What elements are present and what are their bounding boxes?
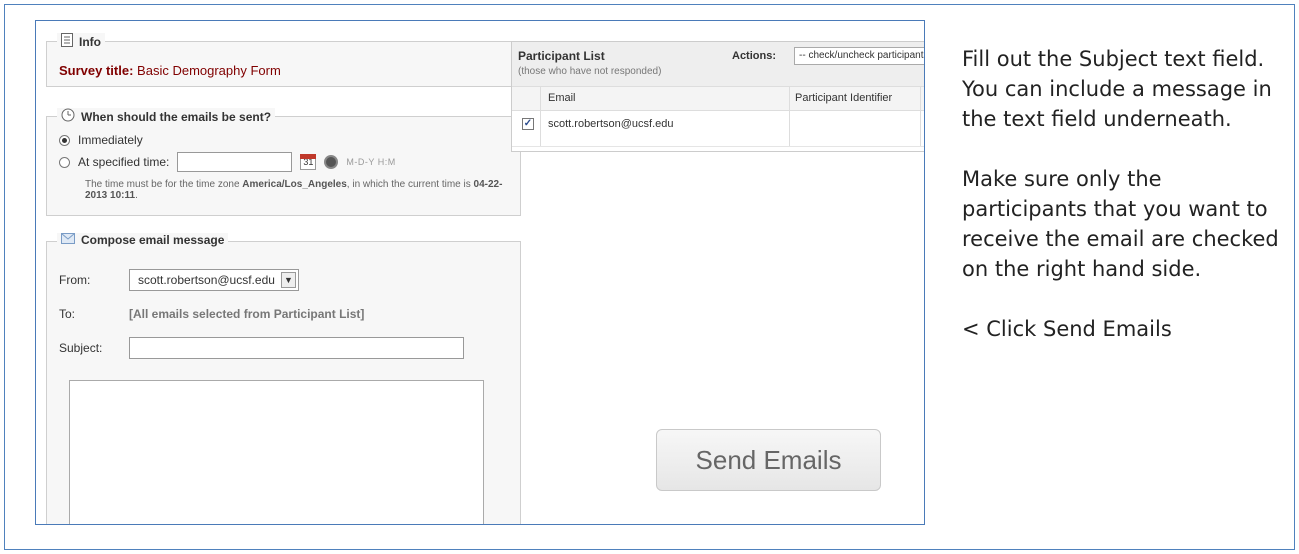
participant-list-title: Participant List [518,49,605,63]
instruction-send: < Click Send Emails [962,317,1172,341]
schedule-panel: When should the emails be sent? Immediat… [46,108,521,216]
to-label: To: [59,307,76,321]
immediately-radio[interactable] [59,134,70,146]
column-email[interactable]: Email [548,92,576,104]
schedule-legend-label: When should the emails be sent? [81,109,272,124]
time-format-hint: M-D-Y H:M [346,157,396,167]
survey-title-row: Survey title: Basic Demography Form [59,63,281,78]
survey-title-value: Basic Demography Form [137,63,281,78]
specified-time-option[interactable]: At specified time: 31 M-D-Y H:M [59,152,396,172]
timezone-note-suffix: . [135,190,138,201]
info-legend: Info [57,33,105,50]
to-value: [All emails selected from Participant Li… [129,307,365,321]
survey-title-label: Survey title: [59,63,134,78]
info-legend-label: Info [79,34,101,49]
actions-select[interactable]: -- check/uncheck participants -- [794,47,924,65]
timezone-note-mid: , in which the current time is [346,179,474,190]
actions-label: Actions: [732,50,776,62]
info-panel: Info Survey title: Basic Demography Form [46,33,521,87]
participant-list-subtitle: (those who have not responded) [518,66,662,77]
clock-icon [61,108,75,125]
specified-time-label: At specified time: [78,155,170,169]
document-icon [61,33,73,50]
message-body-textarea[interactable] [69,380,484,524]
schedule-legend: When should the emails be sent? [57,108,276,125]
participant-list: Participant List (those who have not res… [511,41,924,152]
participant-table-header: Email Participant Identifier [512,87,924,111]
from-select-value: scott.robertson@ucsf.edu [138,273,275,287]
column-participant-identifier[interactable]: Participant Identifier [795,92,892,104]
immediately-label: Immediately [78,133,143,147]
instructions-text: Fill out the Subject text field. You can… [962,44,1292,374]
specified-time-radio[interactable] [59,156,70,168]
calendar-icon[interactable]: 31 [300,154,317,170]
subject-input[interactable] [129,337,464,359]
compose-legend-label: Compose email message [81,233,225,247]
compose-panel: Compose email message From: scott.robert… [46,233,521,524]
from-label: From: [59,273,91,287]
participant-email: scott.robertson@ucsf.edu [548,118,674,130]
from-select[interactable]: scott.robertson@ucsf.edu ▼ [129,269,299,291]
timezone-value: America/Los_Angeles [242,179,347,190]
envelope-icon [61,233,75,247]
subject-label: Subject: [59,341,103,355]
participant-checkbox[interactable]: ✓ [522,118,534,130]
specified-time-input[interactable] [177,152,293,172]
chevron-down-icon[interactable]: ▼ [281,272,296,288]
timezone-note: The time must be for the time zone Ameri… [85,179,505,201]
table-row: ✓ scott.robertson@ucsf.edu [512,111,924,147]
instruction-participants: Make sure only the participants that you… [962,167,1279,281]
participant-list-header: Participant List (those who have not res… [512,42,924,87]
email-form-screenshot: Info Survey title: Basic Demography Form… [35,20,925,525]
immediately-option[interactable]: Immediately [59,133,143,147]
timezone-note-prefix: The time must be for the time zone [85,179,243,190]
compose-legend: Compose email message [57,233,229,247]
time-picker-icon[interactable] [324,155,339,169]
send-emails-button[interactable]: Send Emails [656,429,881,491]
instruction-subject: Fill out the Subject text field. You can… [962,47,1272,131]
